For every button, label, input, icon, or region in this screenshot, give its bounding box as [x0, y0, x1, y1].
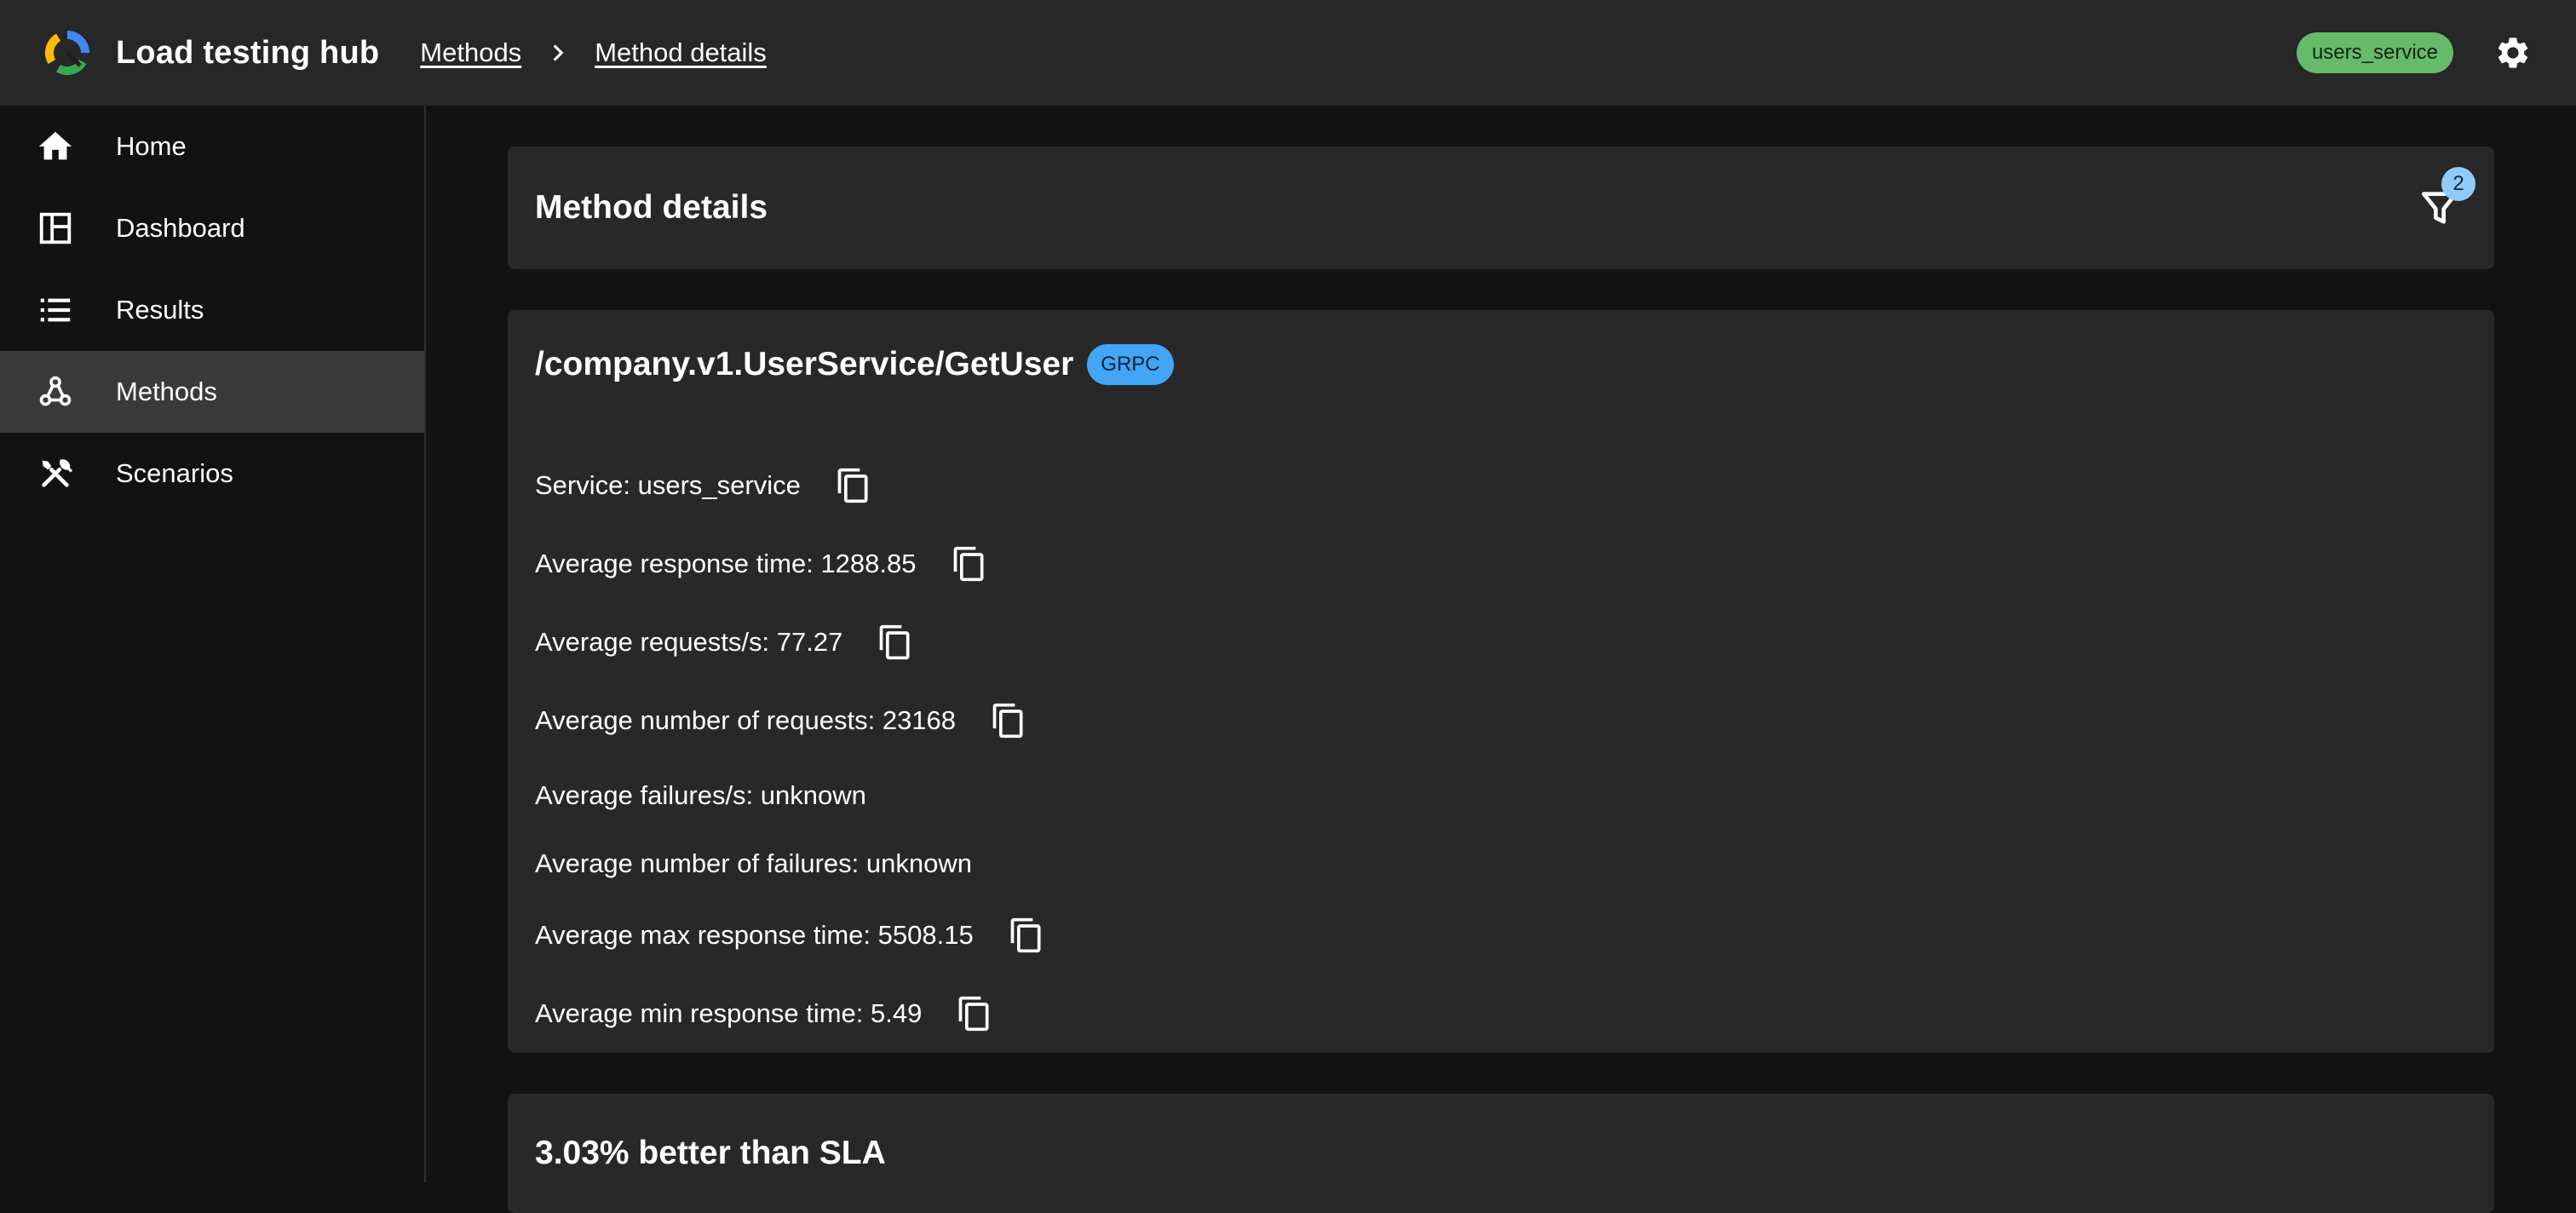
gear-icon	[2498, 37, 2528, 68]
sla-title: 3.03% better than SLA	[535, 1135, 886, 1171]
sla-card: 3.03% better than SLA	[508, 1094, 2494, 1213]
breadcrumb-method-details-link[interactable]: Method details	[595, 37, 767, 68]
sidebar-item-label: Home	[116, 131, 187, 161]
sidebar-item-methods[interactable]: Methods	[0, 351, 424, 433]
sidebar-item-label: Dashboard	[116, 213, 245, 243]
stat-average-requests-per-second: Average requests/s: 77.27	[535, 624, 914, 661]
sidebar-item-results[interactable]: Results	[0, 269, 424, 351]
webhook-icon	[39, 376, 72, 406]
stat-average-response-time: Average response time: 1288.85	[535, 545, 988, 583]
home-icon	[38, 131, 72, 160]
stat-label: Average requests/s: 77.27	[535, 627, 843, 657]
chevron-right-icon	[553, 44, 564, 61]
stat-label: Service: users_service	[535, 470, 801, 500]
filter-button[interactable]: 2	[2416, 167, 2475, 232]
filter-count-badge: 2	[2441, 167, 2475, 201]
stat-average-min-response-time: Average min response time: 5.49	[535, 995, 993, 1032]
sidebar-item-scenarios[interactable]: Scenarios	[0, 433, 424, 515]
stat-service: Service: users_service	[535, 467, 872, 504]
copy-icon[interactable]	[835, 467, 872, 504]
stat-label: Average number of requests: 23168	[535, 705, 957, 735]
tools-icon	[42, 459, 73, 487]
stat-average-number-of-requests: Average number of requests: 23168	[535, 702, 1027, 739]
stat-label: Average failures/s: unknown	[535, 780, 866, 810]
method-title-row: /company.v1.UserService/GetUser GRPC	[535, 310, 2467, 419]
page-header-card: Method details 2	[508, 147, 2494, 269]
method-name: /company.v1.UserService/GetUser	[535, 346, 1074, 382]
sidebar-item-label: Scenarios	[116, 458, 233, 488]
list-icon	[40, 298, 71, 322]
stat-average-max-response-time: Average max response time: 5508.15	[535, 917, 1045, 954]
page-title: Method details	[535, 189, 768, 226]
copy-icon[interactable]	[990, 702, 1027, 739]
copy-icon[interactable]	[877, 624, 914, 661]
method-details-card: /company.v1.UserService/GetUser GRPC Ser…	[508, 310, 2494, 1053]
stat-average-failures-per-second: Average failures/s: unknown	[535, 777, 866, 814]
stat-label: Average max response time: 5508.15	[535, 920, 974, 950]
sidebar-item-home[interactable]: Home	[0, 106, 424, 187]
settings-button[interactable]	[2486, 26, 2540, 80]
breadcrumb-methods-link[interactable]: Methods	[420, 37, 521, 68]
copy-icon[interactable]	[951, 545, 988, 583]
app-title: Load testing hub	[116, 34, 380, 71]
stat-label: Average response time: 1288.85	[535, 549, 917, 578]
app-bar: Load testing hub Methods Method details …	[0, 0, 2576, 106]
sidebar-item-label: Results	[116, 295, 204, 325]
stat-average-number-of-failures: Average number of failures: unknown	[535, 845, 972, 882]
copy-icon[interactable]	[1008, 917, 1045, 954]
service-chip[interactable]: users_service	[2296, 32, 2453, 73]
app-logo-icon	[45, 31, 89, 75]
protocol-chip: GRPC	[1087, 344, 1174, 385]
sidebar-item-label: Methods	[116, 377, 217, 406]
main-content: Method details 2 /company.v1.UserService…	[508, 147, 2494, 1213]
dashboard-icon	[39, 212, 72, 244]
stat-label: Average number of failures: unknown	[535, 848, 972, 878]
sidebar: Home Dashboard Results Methods Scenarios	[0, 106, 426, 1182]
sidebar-item-dashboard[interactable]: Dashboard	[0, 187, 424, 269]
stat-label: Average min response time: 5.49	[535, 998, 923, 1028]
breadcrumb: Methods Method details	[420, 37, 767, 68]
copy-icon[interactable]	[956, 995, 993, 1032]
